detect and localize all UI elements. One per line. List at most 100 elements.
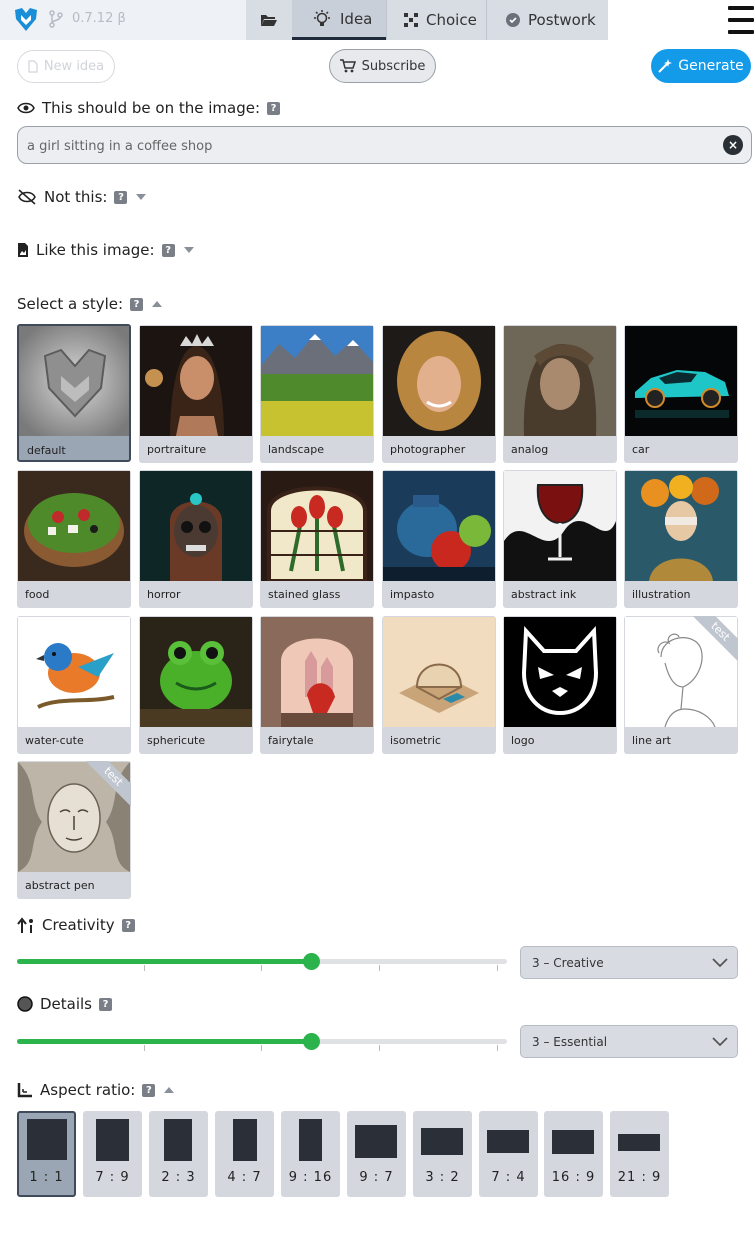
generate-label: Generate [678, 58, 744, 74]
tab-idea[interactable]: Idea [292, 0, 387, 40]
check-circle-icon [506, 13, 520, 27]
aspect-option-label: 1 : 1 [29, 1170, 64, 1185]
aspect-option-9-7[interactable]: 9 : 7 [347, 1111, 406, 1197]
generate-button[interactable]: Generate [651, 49, 751, 83]
details-slider[interactable] [17, 1033, 507, 1051]
aspect-option-7-4[interactable]: 7 : 4 [479, 1111, 538, 1197]
like-image-label-row[interactable]: Like this image: ? [17, 241, 194, 259]
style-card-logo[interactable]: logo [503, 616, 617, 754]
aspect-option-16-9[interactable]: 16 : 9 [544, 1111, 603, 1197]
top-bar: 0.7.12 β Idea Choice Postwork [0, 0, 756, 40]
aspect-option-2-3[interactable]: 2 : 3 [149, 1111, 208, 1197]
help-icon[interactable]: ? [142, 1083, 156, 1097]
clear-icon[interactable]: × [723, 135, 743, 155]
style-label: Select a style: [17, 295, 124, 313]
style-card-sphericute[interactable]: sphericute [139, 616, 253, 754]
negative-label-row[interactable]: Not this: ? [17, 188, 147, 206]
chevron-down-icon [712, 1037, 728, 1047]
tab-open-folder[interactable] [246, 0, 293, 40]
details-select[interactable]: 3 – Essential [520, 1025, 738, 1058]
aspect-option-4-7[interactable]: 4 : 7 [215, 1111, 274, 1197]
aspect-preview-shape [487, 1130, 529, 1153]
creativity-select[interactable]: 3 – Creative [520, 946, 738, 979]
style-thumbnail [625, 471, 737, 581]
help-icon[interactable]: ? [121, 918, 135, 932]
help-icon[interactable]: ? [114, 190, 128, 204]
creativity-slider[interactable] [17, 953, 507, 971]
help-icon[interactable]: ? [161, 243, 175, 257]
subscribe-label: Subscribe [361, 58, 426, 74]
new-idea-button[interactable]: New idea [17, 50, 115, 83]
tab-choice[interactable]: Choice [386, 0, 487, 40]
chevron-down-icon[interactable] [183, 247, 194, 253]
style-name: impasto [390, 588, 435, 601]
aspect-option-7-9[interactable]: 7 : 9 [83, 1111, 142, 1197]
style-card-isometric[interactable]: isometric [382, 616, 496, 754]
chevron-down-icon[interactable] [136, 194, 147, 200]
chevron-down-icon [712, 958, 728, 968]
style-name: horror [147, 588, 181, 601]
lightbulb-icon [312, 9, 332, 28]
help-icon[interactable]: ? [99, 997, 113, 1011]
style-thumbnail [19, 326, 129, 436]
brand-area: 0.7.12 β [0, 0, 246, 40]
aspect-option-9-16[interactable]: 9 : 16 [281, 1111, 340, 1197]
style-card-illustration[interactable]: illustration [624, 470, 738, 608]
style-card-impasto[interactable]: impasto [382, 470, 496, 608]
aspect-option-label: 2 : 3 [161, 1170, 196, 1185]
slider-handle[interactable] [303, 953, 320, 970]
chevron-up-icon[interactable] [152, 301, 163, 307]
aspect-option-label: 4 : 7 [227, 1170, 262, 1185]
style-thumbnail [140, 617, 252, 727]
slider-handle[interactable] [303, 1033, 320, 1050]
prompt-input[interactable] [27, 136, 707, 156]
style-name: analog [511, 443, 549, 456]
style-card-abstract-pen[interactable]: test abstract pen [17, 761, 131, 899]
style-thumbnail [261, 471, 373, 581]
style-card-photographer[interactable]: photographer [382, 325, 496, 463]
style-card-line-art[interactable]: test line art [624, 616, 738, 754]
aspect-ratio-icon [17, 1082, 33, 1098]
style-card-portraiture[interactable]: portraiture [139, 325, 253, 463]
style-card-landscape[interactable]: landscape [260, 325, 374, 463]
style-label-row[interactable]: Select a style: ? [17, 295, 163, 313]
style-name: line art [632, 734, 671, 747]
aspect-option-1-1[interactable]: 1 : 1 [17, 1111, 76, 1197]
tab-postwork[interactable]: Postwork [486, 0, 608, 40]
style-card-fairytale[interactable]: fairytale [260, 616, 374, 754]
help-icon[interactable]: ? [130, 297, 144, 311]
aspect-label-row[interactable]: Aspect ratio: ? [17, 1081, 175, 1099]
chevron-up-icon[interactable] [164, 1087, 175, 1093]
style-name: portraiture [147, 443, 207, 456]
version-label: 0.7.12 β [72, 11, 126, 26]
style-thumbnail [261, 326, 373, 436]
eye-icon [17, 102, 35, 114]
style-card-abstract-ink[interactable]: abstract ink [503, 470, 617, 608]
aspect-option-21-9[interactable]: 21 : 9 [610, 1111, 669, 1197]
prompt-label-row: This should be on the image: ? [17, 99, 281, 117]
help-icon[interactable]: ? [267, 101, 281, 115]
image-file-icon [17, 242, 29, 258]
style-name: sphericute [147, 734, 206, 747]
style-name: car [632, 443, 650, 456]
style-card-analog[interactable]: analog [503, 325, 617, 463]
style-card-car[interactable]: car [624, 325, 738, 463]
prompt-field[interactable]: × [17, 126, 752, 164]
aspect-option-label: 9 : 7 [359, 1170, 394, 1185]
app-logo[interactable] [12, 5, 40, 33]
style-card-food[interactable]: food [17, 470, 131, 608]
menu-icon[interactable] [728, 6, 754, 34]
style-card-default[interactable]: default [17, 324, 131, 462]
subscribe-button[interactable]: Subscribe [329, 49, 436, 83]
style-thumbnail [625, 326, 737, 436]
creativity-label-row: Creativity ? [17, 916, 135, 934]
style-card-stained-glass[interactable]: stained glass [260, 470, 374, 608]
aspect-preview-shape [421, 1128, 463, 1155]
aspect-option-3-2[interactable]: 3 : 2 [413, 1111, 472, 1197]
style-card-water-cute[interactable]: water-cute [17, 616, 131, 754]
style-name: photographer [390, 443, 466, 456]
slider-fill [17, 1039, 311, 1044]
tab-postwork-label: Postwork [528, 11, 596, 29]
style-thumbnail [383, 326, 495, 436]
style-card-horror[interactable]: horror [139, 470, 253, 608]
